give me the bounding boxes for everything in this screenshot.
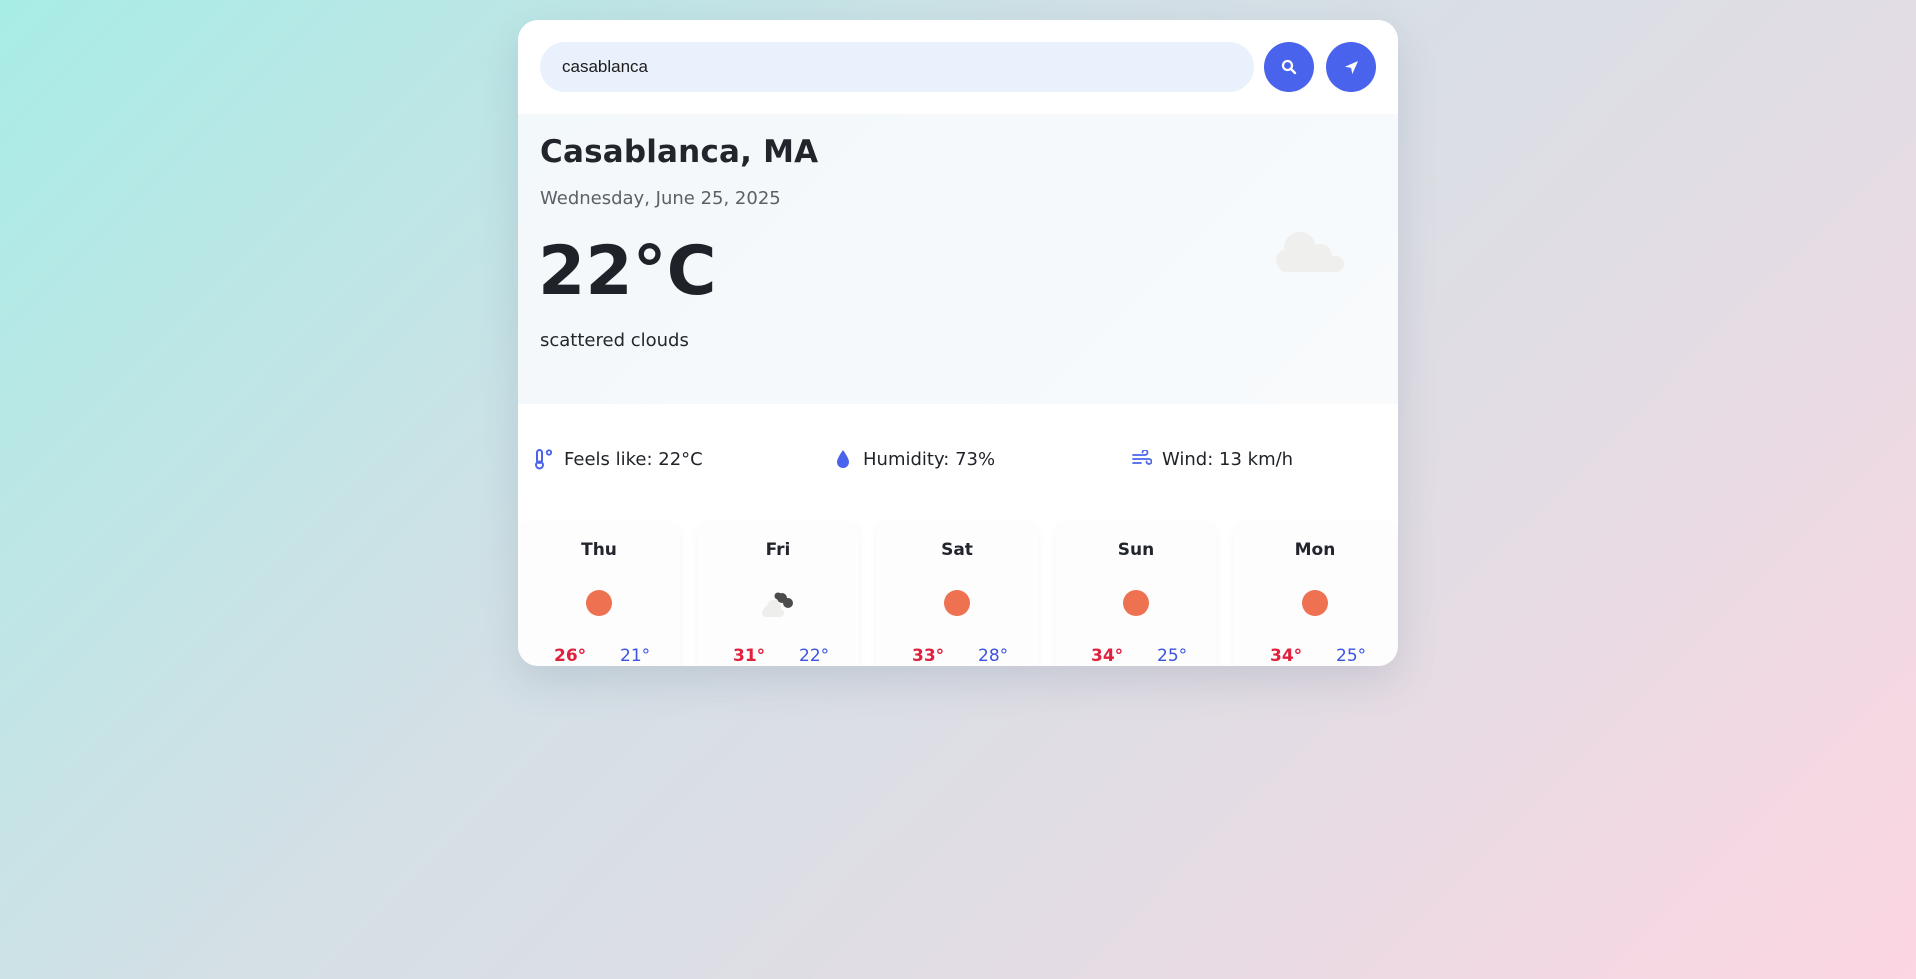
forecast-high: 34° [1091,646,1124,666]
feels-like-text: Feels like: 22°C [564,448,703,470]
wind-text: Wind: 13 km/h [1162,448,1294,470]
search-button[interactable] [1264,42,1314,92]
location-arrow-icon [1344,60,1358,74]
forecast-low: 25° [1157,646,1188,666]
forecast-high: 31° [733,646,766,666]
forecast-day-fri: Fri 31° 22° [697,522,859,666]
forecast-day-name: Sat [941,540,973,560]
wind-stat: Wind: 13 km/h [1116,430,1398,488]
current-weather: Casablanca, MA Wednesday, June 25, 2025 … [518,114,1398,404]
forecast-high: 33° [912,646,945,666]
forecast-day-mon: Mon 34° 25° [1234,522,1396,666]
sun-icon [1302,590,1328,616]
sun-icon [944,590,970,616]
wind-icon [1132,448,1152,470]
city-search-input[interactable] [540,42,1254,92]
thermometer-icon [534,448,554,470]
weather-card: Casablanca, MA Wednesday, June 25, 2025 … [518,20,1398,666]
sun-icon [586,590,612,616]
current-temperature: 22°C [538,232,717,311]
search-bar [540,42,1376,92]
city-name: Casablanca, MA [540,134,819,170]
weather-stats: Feels like: 22°C Humidity: 73% Wind: 13 … [518,430,1398,488]
cloudy-icon [762,592,793,617]
sun-icon [1123,590,1149,616]
forecast-day-name: Sun [1117,540,1155,560]
current-location-button[interactable] [1326,42,1376,92]
forecast-day-sat: Sat 33° 28° [876,522,1038,666]
feels-like-stat: Feels like: 22°C [518,430,800,488]
humidity-stat: Humidity: 73% [817,430,1099,488]
forecast-day-sun: Sun 34° 25° [1055,522,1217,666]
weather-description: scattered clouds [540,330,689,351]
forecast-high: 34° [1270,646,1303,666]
forecast-day-name: Mon [1294,540,1336,560]
forecast-low: 21° [620,646,651,666]
cloud-icon [1276,232,1344,272]
forecast-high: 26° [554,646,587,666]
humidity-text: Humidity: 73% [863,448,996,470]
droplet-icon [833,448,853,470]
five-day-forecast: Thu 26° 21° Fri 31° 22° Sat 33° 28° Sun … [518,522,1398,666]
forecast-low: 22° [799,646,830,666]
current-date: Wednesday, June 25, 2025 [540,188,781,209]
forecast-low: 28° [978,646,1009,666]
forecast-day-thu: Thu 26° 21° [518,522,680,666]
forecast-day-name: Thu [581,540,617,560]
forecast-low: 25° [1336,646,1367,666]
search-icon [1281,59,1297,75]
forecast-day-name: Fri [765,540,791,560]
